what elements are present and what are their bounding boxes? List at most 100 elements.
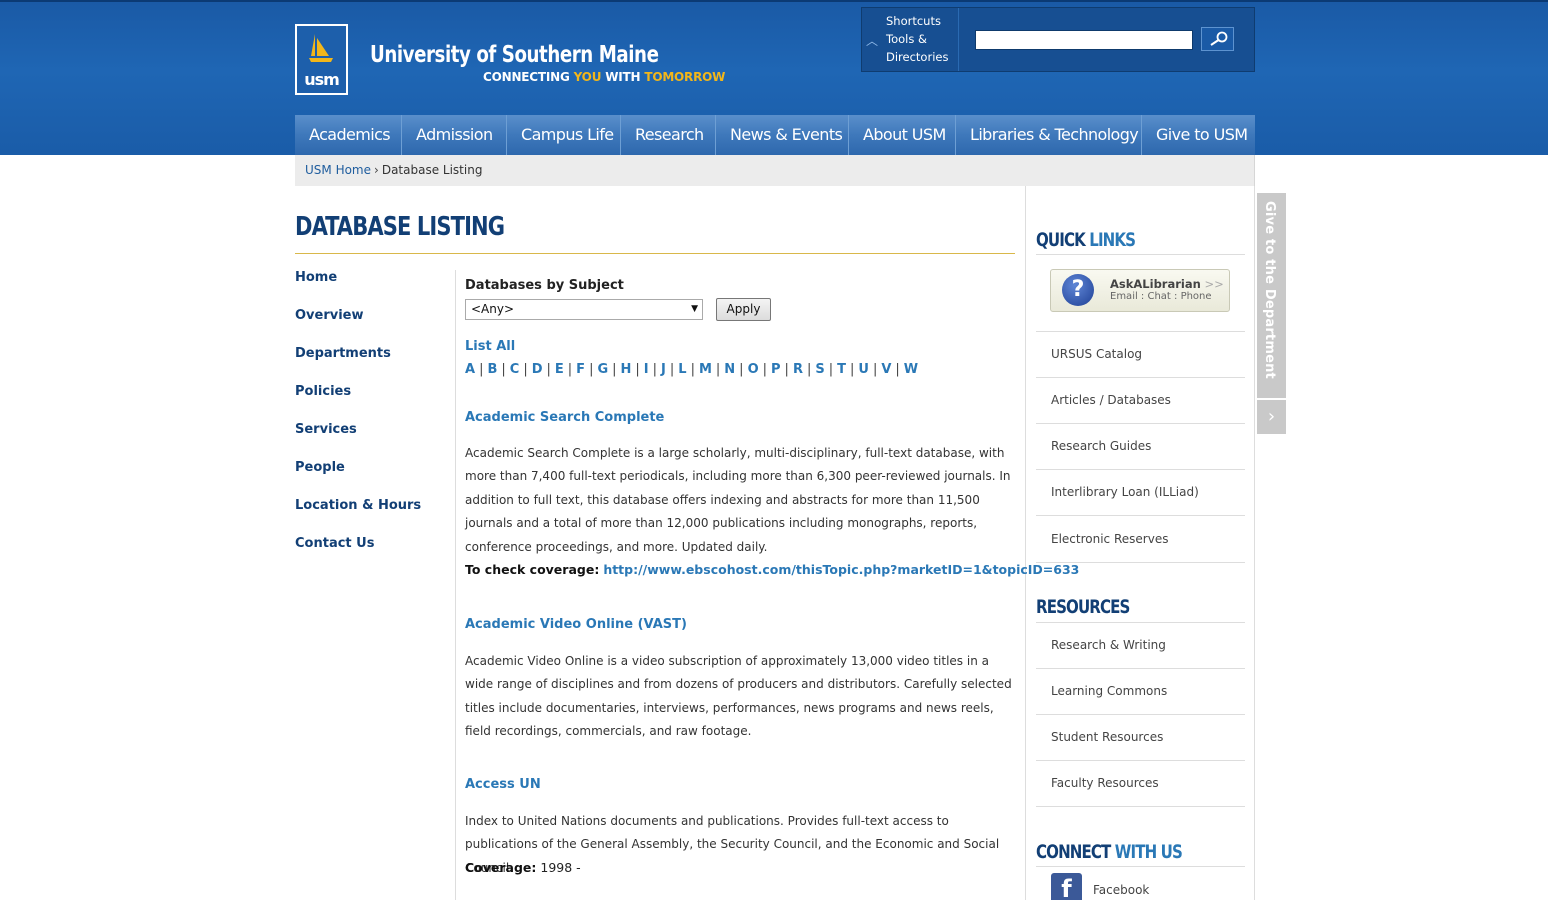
letter-link-d[interactable]: D [532, 362, 543, 377]
letter-link-p[interactable]: P [771, 362, 781, 377]
section-nav-services[interactable]: Services [295, 422, 445, 460]
section-nav-people[interactable]: People [295, 460, 445, 498]
column-divider [1254, 186, 1255, 900]
nav-campus-life[interactable]: Campus Life [507, 115, 621, 155]
letter-link-l[interactable]: L [678, 362, 686, 377]
section-nav-contact-us[interactable]: Contact Us [295, 536, 445, 574]
letter-separator: | [589, 362, 594, 377]
list-all-link[interactable]: List All [465, 339, 515, 354]
resource-student[interactable]: Student Resources [1051, 730, 1163, 744]
facebook-icon[interactable]: f [1051, 873, 1082, 900]
question-icon: ? [1062, 274, 1094, 306]
quick-link-guides[interactable]: Research Guides [1051, 439, 1151, 453]
divider [1036, 515, 1245, 516]
resource-faculty[interactable]: Faculty Resources [1051, 776, 1159, 790]
quick-link-ill[interactable]: Interlibrary Loan (ILLiad) [1051, 485, 1199, 499]
section-nav-overview[interactable]: Overview [295, 308, 445, 346]
letter-separator: | [546, 362, 551, 377]
letter-link-t[interactable]: T [837, 362, 846, 377]
sail-logo-icon [309, 34, 333, 62]
nav-about-usm[interactable]: About USM [849, 115, 956, 155]
letter-link-s[interactable]: S [815, 362, 824, 377]
letter-link-i[interactable]: I [644, 362, 649, 377]
coverage-label: To check coverage: [465, 562, 600, 577]
divider [1036, 331, 1245, 332]
heading-part-2: LINKS [1084, 229, 1136, 251]
give-to-department-tab[interactable]: Give to the Department [1257, 193, 1286, 398]
heading-part-2: WITH US [1110, 841, 1183, 863]
ask-subtitle: Email : Chat : Phone [1110, 291, 1212, 302]
divider [1036, 668, 1245, 669]
quick-link-ursus[interactable]: URSUS Catalog [1051, 347, 1142, 361]
nav-research[interactable]: Research [621, 115, 716, 155]
section-nav: Home Overview Departments Policies Servi… [295, 270, 445, 574]
letter-link-m[interactable]: M [699, 362, 712, 377]
letter-link-h[interactable]: H [621, 362, 632, 377]
database-title[interactable]: Academic Search Complete [465, 410, 664, 425]
database-title[interactable]: Academic Video Online (VAST) [465, 617, 687, 632]
directories-link[interactable]: Directories [886, 48, 958, 66]
shortcuts-menu[interactable]: Shortcuts Tools & Directories [886, 12, 958, 66]
letter-link-b[interactable]: B [487, 362, 497, 377]
tools-link[interactable]: Tools & [886, 30, 958, 48]
page-title-text: DATABASE LISTING [295, 212, 505, 242]
chevron-right-icon: >> [1200, 277, 1224, 291]
section-nav-location-hours[interactable]: Location & Hours [295, 498, 445, 536]
resource-research-writing[interactable]: Research & Writing [1051, 638, 1166, 652]
quick-link-articles[interactable]: Articles / Databases [1051, 393, 1171, 407]
resource-learning-commons[interactable]: Learning Commons [1051, 684, 1167, 698]
ask-title: AskALibrarian >> [1110, 277, 1224, 291]
letter-link-w[interactable]: W [904, 362, 918, 377]
usm-logo[interactable]: usm [295, 24, 348, 95]
letter-link-e[interactable]: E [555, 362, 564, 377]
divider [1036, 714, 1245, 715]
shortcuts-link[interactable]: Shortcuts [886, 12, 958, 30]
section-nav-departments[interactable]: Departments [295, 346, 445, 384]
letter-link-f[interactable]: F [576, 362, 585, 377]
search-input[interactable] [975, 30, 1193, 50]
subject-select[interactable]: <Any> ▼ [465, 299, 703, 320]
section-nav-policies[interactable]: Policies [295, 384, 445, 422]
database-title[interactable]: Access UN [465, 777, 541, 792]
letter-separator: | [762, 362, 768, 377]
nav-academics[interactable]: Academics [295, 115, 402, 155]
chevron-up-icon[interactable]: ︿ [866, 35, 882, 47]
letter-separator: | [612, 362, 617, 377]
quick-link-reserves[interactable]: Electronic Reserves [1051, 532, 1168, 546]
letter-link-o[interactable]: O [748, 362, 759, 377]
tagline-part-1: CONNECTING [483, 70, 574, 84]
letter-separator: | [715, 362, 721, 377]
search-button[interactable] [1201, 27, 1234, 51]
letter-link-v[interactable]: V [881, 362, 891, 377]
tagline-part-4: TOMORROW [644, 70, 726, 84]
nav-libraries-technology[interactable]: Libraries & Technology [956, 115, 1142, 155]
letter-separator: | [784, 362, 789, 377]
coverage-value: 1998 - [536, 860, 581, 875]
letter-separator: | [501, 362, 506, 377]
chevron-right-icon[interactable]: › [1257, 400, 1286, 434]
tagline: CONNECTING YOU WITH TOMORROW [483, 70, 725, 84]
letter-link-c[interactable]: C [510, 362, 520, 377]
letter-link-a[interactable]: A [465, 362, 475, 377]
tagline-part-3: WITH [601, 70, 645, 84]
letter-separator: | [523, 362, 528, 377]
breadcrumb-home-link[interactable]: USM Home [305, 163, 371, 177]
nav-give-to-usm[interactable]: Give to USM [1142, 115, 1255, 155]
column-divider [455, 270, 456, 900]
letter-link-j[interactable]: J [661, 362, 666, 377]
facebook-link[interactable]: Facebook [1093, 883, 1149, 897]
nav-news-events[interactable]: News & Events [716, 115, 849, 155]
letter-link-u[interactable]: U [858, 362, 869, 377]
letter-link-n[interactable]: N [724, 362, 735, 377]
database-coverage: Coverage: 1998 - [465, 860, 581, 875]
nav-admission[interactable]: Admission [402, 115, 507, 155]
ask-a-librarian-button[interactable]: ? AskALibrarian >> Email : Chat : Phone [1050, 269, 1230, 312]
divider [1036, 806, 1245, 807]
coverage-link[interactable]: http://www.ebscohost.com/thisTopic.php?m… [603, 562, 1079, 577]
section-nav-home[interactable]: Home [295, 270, 445, 308]
university-name[interactable]: University of Southern Maine [370, 42, 659, 68]
letter-link-r[interactable]: R [793, 362, 803, 377]
letter-link-g[interactable]: G [597, 362, 608, 377]
apply-button[interactable]: Apply [716, 298, 771, 321]
subject-filter-label: Databases by Subject [465, 278, 624, 293]
